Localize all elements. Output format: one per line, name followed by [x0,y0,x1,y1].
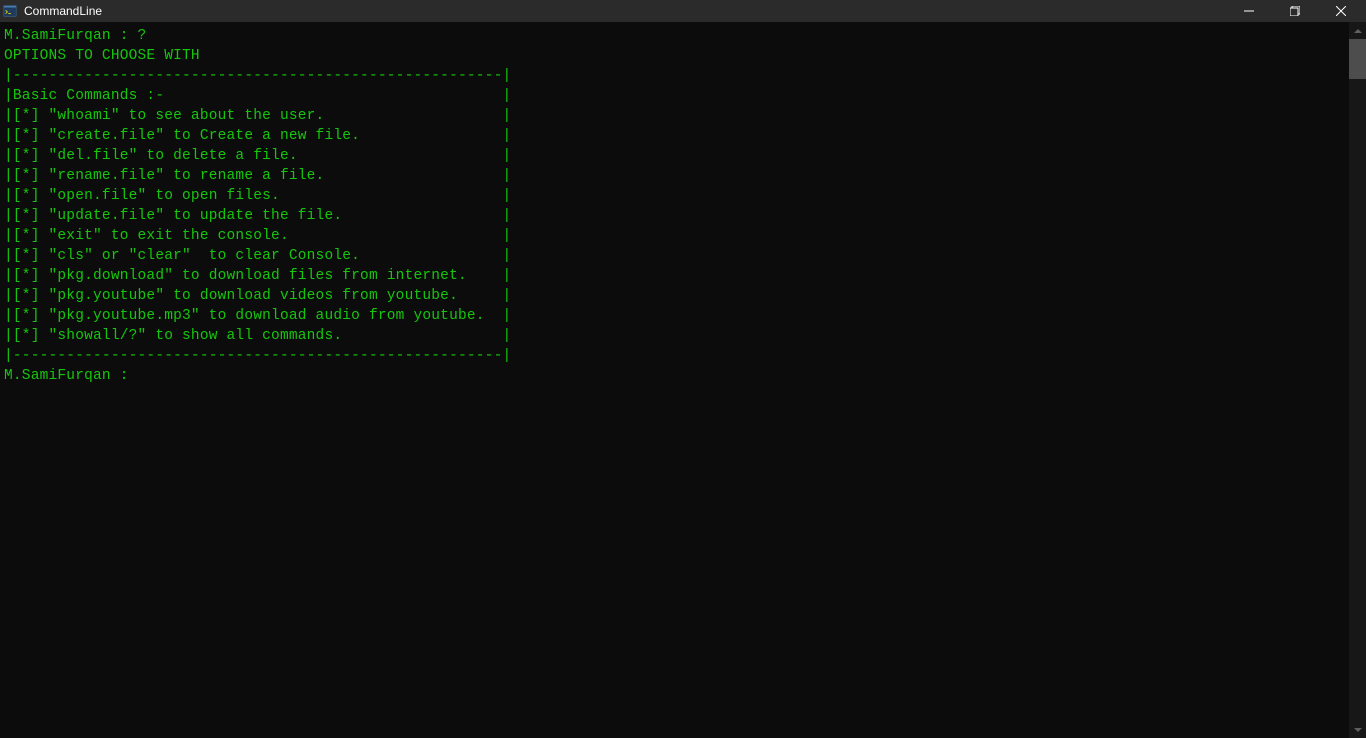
scroll-down-button[interactable] [1349,721,1366,738]
minimize-button[interactable] [1226,0,1272,22]
maximize-button[interactable] [1272,0,1318,22]
divider-bottom: |---------------------------------------… [4,348,511,364]
prompt-line-2: M.SamiFurqan : [4,368,138,384]
command-line: |[*] "pkg.youtube" to download videos fr… [4,288,511,304]
options-header: OPTIONS TO CHOOSE WITH [4,48,200,64]
command-line: |[*] "whoami" to see about the user. | [4,108,511,124]
command-line: |[*] "pkg.download" to download files fr… [4,268,511,284]
scroll-thumb[interactable] [1349,39,1366,79]
section-title: |Basic Commands :- | [4,88,511,104]
window-controls [1226,0,1364,22]
command-line: |[*] "cls" or "clear" to clear Console. … [4,248,511,264]
terminal-output[interactable]: M.SamiFurqan : ? OPTIONS TO CHOOSE WITH … [0,22,1366,390]
divider-top: |---------------------------------------… [4,68,511,84]
command-line: |[*] "del.file" to delete a file. | [4,148,511,164]
prompt-line-1: M.SamiFurqan : ? [4,28,146,44]
window-titlebar: CommandLine [0,0,1366,22]
close-button[interactable] [1318,0,1364,22]
scroll-up-button[interactable] [1349,22,1366,39]
command-line: |[*] "create.file" to Create a new file.… [4,128,511,144]
command-line: |[*] "showall/?" to show all commands. | [4,328,511,344]
command-line: |[*] "update.file" to update the file. | [4,208,511,224]
window-title: CommandLine [24,4,102,18]
vertical-scrollbar[interactable] [1349,22,1366,738]
command-line: |[*] "exit" to exit the console. | [4,228,511,244]
command-line: |[*] "pkg.youtube.mp3" to download audio… [4,308,511,324]
app-icon [2,3,18,19]
command-line: |[*] "open.file" to open files. | [4,188,511,204]
terminal-area[interactable]: M.SamiFurqan : ? OPTIONS TO CHOOSE WITH … [0,22,1366,738]
command-line: |[*] "rename.file" to rename a file. | [4,168,511,184]
